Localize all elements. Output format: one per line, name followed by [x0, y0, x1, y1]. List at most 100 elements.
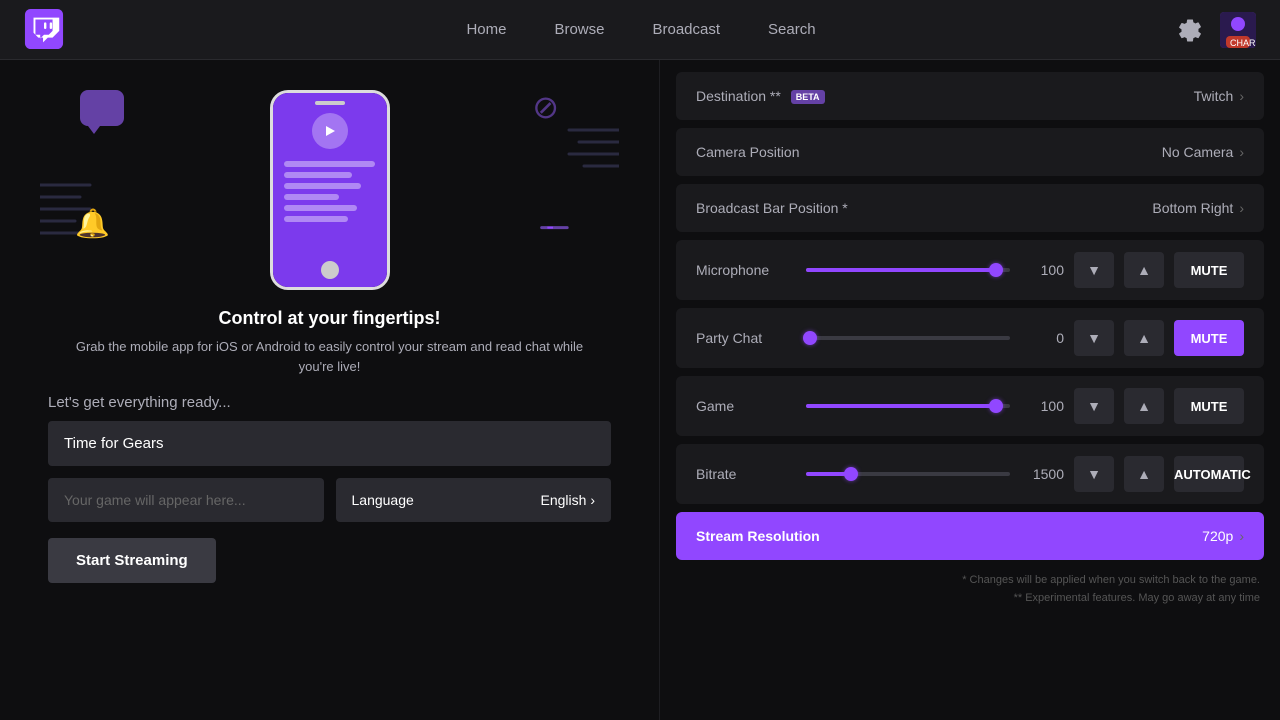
- settings-icon[interactable]: [1176, 16, 1204, 44]
- game-input[interactable]: [48, 478, 324, 522]
- bg-lines-right: [559, 120, 619, 205]
- game-up-button[interactable]: ▲: [1124, 388, 1164, 424]
- language-label: Language: [352, 492, 414, 508]
- game-audio-row: Game 100 ▼ ▲ MUTE: [676, 376, 1264, 436]
- phone-line-4: [284, 194, 339, 200]
- left-panel: ⊘: [0, 60, 660, 720]
- bitrate-auto-button[interactable]: AUTOMATIC: [1174, 456, 1244, 492]
- footnote-line-2: ** Experimental features. May go away at…: [680, 590, 1260, 608]
- stream-resolution-label: Stream Resolution: [696, 528, 820, 544]
- phone-home-button: [321, 261, 339, 279]
- language-value: English ›: [541, 492, 595, 508]
- destination-chevron-icon: ›: [1239, 88, 1244, 104]
- nav-broadcast[interactable]: Broadcast: [652, 21, 720, 38]
- party-chat-thumb[interactable]: [803, 331, 817, 345]
- satellite-icon: ⊘: [532, 88, 559, 126]
- bell-icon: 🔔: [75, 207, 110, 240]
- microphone-up-button[interactable]: ▲: [1124, 252, 1164, 288]
- stream-resolution-chevron-icon: ›: [1239, 528, 1244, 544]
- phone-illustration: [270, 90, 390, 290]
- game-thumb[interactable]: [989, 399, 1003, 413]
- twitch-logo[interactable]: [24, 9, 66, 51]
- nav-links: Home Browse Broadcast Search: [106, 21, 1176, 38]
- nav-browse[interactable]: Browse: [554, 21, 604, 38]
- main-content: ⊘: [0, 60, 1280, 720]
- party-chat-mute-button[interactable]: MUTE: [1174, 320, 1244, 356]
- destination-label: Destination ** BETA: [696, 88, 826, 104]
- phone-screen: [273, 93, 387, 287]
- stream-title-input[interactable]: [48, 421, 611, 466]
- bitrate-down-button[interactable]: ▼: [1074, 456, 1114, 492]
- start-streaming-button[interactable]: Start Streaming: [48, 538, 216, 583]
- broadcast-bar-chevron-icon: ›: [1239, 200, 1244, 216]
- top-navigation: Home Browse Broadcast Search CHAR: [0, 0, 1280, 60]
- party-chat-up-button[interactable]: ▲: [1124, 320, 1164, 356]
- microphone-thumb[interactable]: [989, 263, 1003, 277]
- party-chat-label: Party Chat: [696, 330, 796, 346]
- control-text-area: Control at your fingertips! Grab the mob…: [0, 300, 659, 380]
- game-audio-label: Game: [696, 398, 796, 414]
- camera-position-row[interactable]: Camera Position No Camera ›: [676, 128, 1264, 176]
- destination-row[interactable]: Destination ** BETA Twitch ›: [676, 72, 1264, 120]
- sword-icon: [534, 210, 572, 248]
- party-chat-down-button[interactable]: ▼: [1074, 320, 1114, 356]
- footnote-line-1: * Changes will be applied when you switc…: [680, 572, 1260, 590]
- phone-content-lines: [284, 161, 375, 227]
- bitrate-slider[interactable]: [806, 472, 1010, 476]
- party-chat-row: Party Chat 0 ▼ ▲ MUTE: [676, 308, 1264, 368]
- microphone-label: Microphone: [696, 262, 796, 278]
- right-panel: Destination ** BETA Twitch › Camera Posi…: [660, 60, 1280, 720]
- play-button-icon: [312, 113, 348, 149]
- game-value: 100: [1028, 398, 1064, 414]
- microphone-value: 100: [1028, 262, 1064, 278]
- camera-chevron-icon: ›: [1239, 144, 1244, 160]
- phone-speaker: [315, 101, 345, 105]
- control-title: Control at your fingertips!: [60, 308, 599, 329]
- game-down-button[interactable]: ▼: [1074, 388, 1114, 424]
- bitrate-value: 1500: [1028, 466, 1064, 482]
- language-button[interactable]: Language English ›: [336, 478, 612, 522]
- microphone-slider[interactable]: [806, 268, 1010, 272]
- bitrate-thumb[interactable]: [844, 467, 858, 481]
- nav-home[interactable]: Home: [466, 21, 506, 38]
- language-chevron-icon: ›: [590, 492, 595, 508]
- microphone-down-button[interactable]: ▼: [1074, 252, 1114, 288]
- bottom-inputs-row: Language English ›: [48, 478, 611, 522]
- microphone-mute-button[interactable]: MUTE: [1174, 252, 1244, 288]
- nav-search[interactable]: Search: [768, 21, 816, 38]
- destination-value: Twitch ›: [1194, 88, 1244, 104]
- bitrate-track: [806, 472, 1010, 476]
- microphone-fill: [806, 268, 996, 272]
- broadcast-bar-label: Broadcast Bar Position *: [696, 200, 848, 216]
- ready-text: Let's get everything ready...: [0, 380, 659, 421]
- bitrate-up-button[interactable]: ▲: [1124, 456, 1164, 492]
- game-mute-button[interactable]: MUTE: [1174, 388, 1244, 424]
- chat-bubble-icon: [80, 90, 124, 126]
- game-track: [806, 404, 1010, 408]
- control-description: Grab the mobile app for iOS or Android t…: [60, 337, 599, 376]
- phone-line-5: [284, 205, 357, 211]
- phone-line-3: [284, 183, 362, 189]
- party-chat-slider[interactable]: [806, 336, 1010, 340]
- broadcast-bar-value: Bottom Right ›: [1152, 200, 1244, 216]
- phone-line-2: [284, 172, 352, 178]
- illustration-area: ⊘: [0, 60, 659, 300]
- party-chat-track: [806, 336, 1010, 340]
- game-slider[interactable]: [806, 404, 1010, 408]
- svg-text:CHAR: CHAR: [1230, 38, 1256, 48]
- user-avatar[interactable]: CHAR: [1220, 12, 1256, 48]
- bitrate-row: Bitrate 1500 ▼ ▲ AUTOMATIC: [676, 444, 1264, 504]
- camera-label: Camera Position: [696, 144, 826, 160]
- broadcast-bar-row[interactable]: Broadcast Bar Position * Bottom Right ›: [676, 184, 1264, 232]
- bitrate-label: Bitrate: [696, 466, 796, 482]
- microphone-row: Microphone 100 ▼ ▲ MUTE: [676, 240, 1264, 300]
- game-fill: [806, 404, 996, 408]
- party-chat-value: 0: [1028, 330, 1064, 346]
- stream-resolution-row[interactable]: Stream Resolution 720p ›: [676, 512, 1264, 560]
- footnotes: * Changes will be applied when you switc…: [676, 568, 1264, 607]
- stream-resolution-value: 720p ›: [1202, 528, 1244, 544]
- microphone-track: [806, 268, 1010, 272]
- phone-line-6: [284, 216, 348, 222]
- phone-line-1: [284, 161, 375, 167]
- nav-right: CHAR: [1176, 12, 1256, 48]
